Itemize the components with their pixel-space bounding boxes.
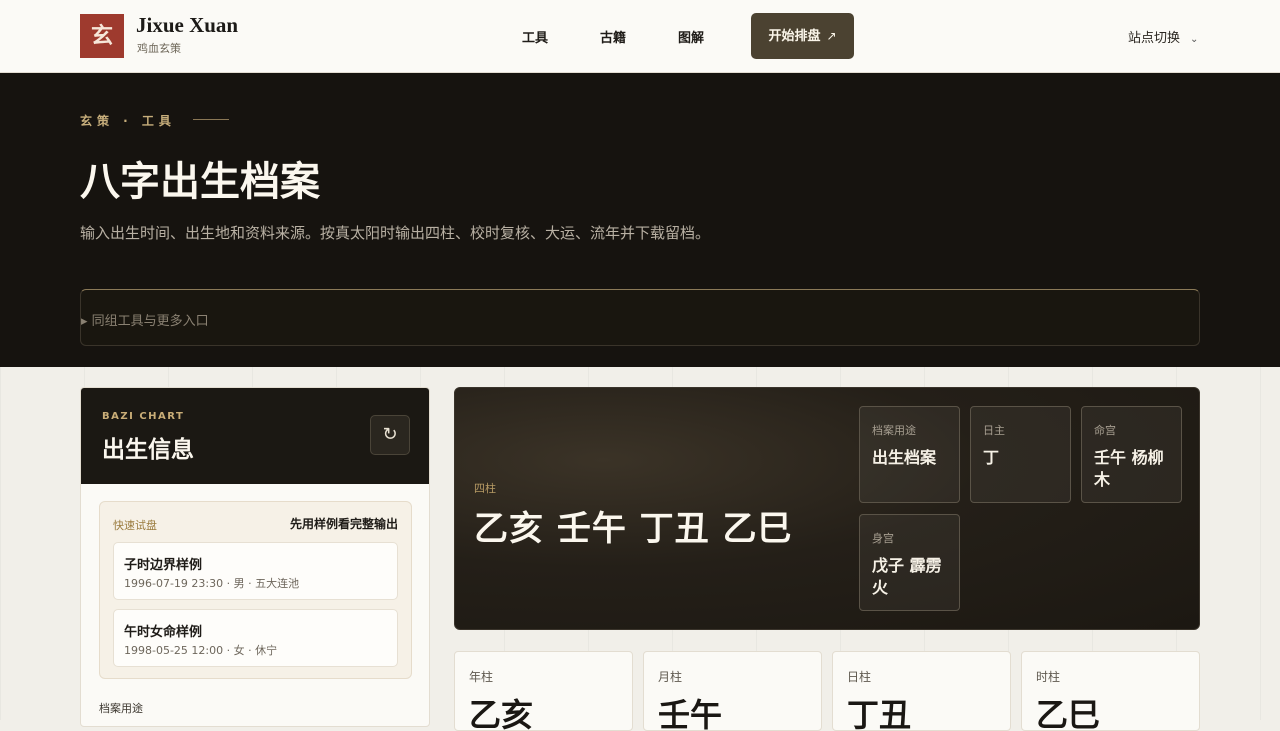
pillar-value: 乙亥: [469, 696, 534, 731]
panel-title: 出生信息: [102, 436, 194, 463]
pillar-label: 月柱: [658, 670, 683, 684]
page-description: 输入出生时间、出生地和资料来源。按真太阳时输出四柱、校时复核、大运、流年并下载留…: [80, 224, 711, 242]
info-tile-life-palace: 命宫 壬午 杨柳木: [1081, 406, 1182, 503]
pillar-card-day: 日柱 丁丑: [832, 651, 1011, 731]
pillars-value: 乙亥 壬午 丁丑 乙巳: [474, 509, 793, 549]
panel-eyebrow: BAZI CHART: [102, 411, 185, 422]
refresh-button[interactable]: ↻: [370, 415, 410, 455]
quick-trial-hint: 先用样例看完整输出: [289, 517, 398, 531]
site-switch-dropdown[interactable]: 站点切换 ⌄: [1128, 27, 1198, 46]
sample-meta: 1998-05-25 12:00 · 女 · 休宁: [124, 644, 278, 657]
pillar-card-month: 月柱 壬午: [643, 651, 822, 731]
pillar-label: 日柱: [847, 670, 872, 684]
logo-icon[interactable]: 玄: [80, 14, 124, 58]
related-tools-disclosure[interactable]: ▸ 同组工具与更多入口: [80, 289, 1200, 346]
tile-label: 档案用途: [872, 424, 916, 437]
pillar-value: 乙巳: [1036, 696, 1101, 731]
start-chart-label: 开始排盘: [768, 29, 821, 44]
purpose-field-label: 档案用途: [99, 702, 143, 715]
birth-info-header: BAZI CHART 出生信息 ↻: [81, 388, 429, 484]
sample-title: 子时边界样例: [124, 558, 203, 573]
eyebrow-divider: [193, 119, 229, 120]
sample-item[interactable]: 子时边界样例 1996-07-19 23:30 · 男 · 五大连池: [113, 542, 398, 600]
page-title: 八字出生档案: [80, 158, 320, 205]
quick-trial-box: 快速试盘 先用样例看完整输出 子时边界样例 1996-07-19 23:30 ·…: [99, 501, 412, 679]
sample-title: 午时女命样例: [124, 625, 203, 640]
brand-name[interactable]: Jixue Xuan: [136, 13, 238, 38]
pillars-tag: 四柱: [474, 482, 496, 495]
info-tile-day-master: 日主 丁: [970, 406, 1071, 503]
brand-subtitle: 鸡血玄策: [137, 42, 181, 55]
site-switch-label: 站点切换: [1128, 31, 1181, 46]
pillar-value: 丁丑: [847, 696, 912, 731]
top-header: 玄 Jixue Xuan 鸡血玄策 工具 古籍 图解 开始排盘 ↗ 站点切换 ⌄: [0, 0, 1280, 73]
pillar-value: 壬午: [658, 696, 723, 731]
pillar-card-year: 年柱 乙亥: [454, 651, 633, 731]
nav-tools[interactable]: 工具: [522, 27, 548, 46]
info-tile-purpose: 档案用途 出生档案: [859, 406, 960, 503]
refresh-icon: ↻: [382, 424, 398, 445]
tile-value: 丁: [983, 448, 1000, 467]
quick-trial-label: 快速试盘: [113, 519, 157, 532]
four-pillars-card: 四柱 乙亥 壬午 丁丑 乙巳 档案用途 出生档案 日主 丁 命宫 壬午 杨柳木 …: [454, 387, 1200, 630]
hero-eyebrow: 玄策 · 工具: [80, 114, 176, 128]
tile-value: 戊子 霹雳火: [872, 556, 942, 597]
tile-label: 日主: [983, 424, 1005, 437]
tile-label: 身宫: [872, 532, 894, 545]
external-arrow-icon: ↗: [826, 29, 837, 43]
pillar-label: 时柱: [1036, 670, 1061, 684]
related-tools-summary[interactable]: ▸ 同组工具与更多入口: [81, 310, 209, 329]
chevron-down-icon: ⌄: [1190, 34, 1199, 45]
pillar-card-hour: 时柱 乙巳: [1021, 651, 1200, 731]
birth-info-panel: BAZI CHART 出生信息 ↻ 快速试盘 先用样例看完整输出 子时边界样例 …: [80, 387, 430, 727]
hero-section: 玄策 · 工具 八字出生档案 输入出生时间、出生地和资料来源。按真太阳时输出四柱…: [0, 73, 1280, 367]
tile-value: 壬午 杨柳木: [1094, 448, 1164, 489]
sample-item[interactable]: 午时女命样例 1998-05-25 12:00 · 女 · 休宁: [113, 609, 398, 667]
tile-value: 出生档案: [872, 448, 937, 467]
tile-label: 命宫: [1094, 424, 1116, 437]
nav-diagrams[interactable]: 图解: [678, 27, 704, 46]
nav-classics[interactable]: 古籍: [600, 27, 626, 46]
pillar-label: 年柱: [469, 670, 494, 684]
sample-meta: 1996-07-19 23:30 · 男 · 五大连池: [124, 577, 300, 590]
info-tile-body-palace: 身宫 戊子 霹雳火: [859, 514, 960, 611]
start-chart-button[interactable]: 开始排盘 ↗: [751, 13, 854, 59]
